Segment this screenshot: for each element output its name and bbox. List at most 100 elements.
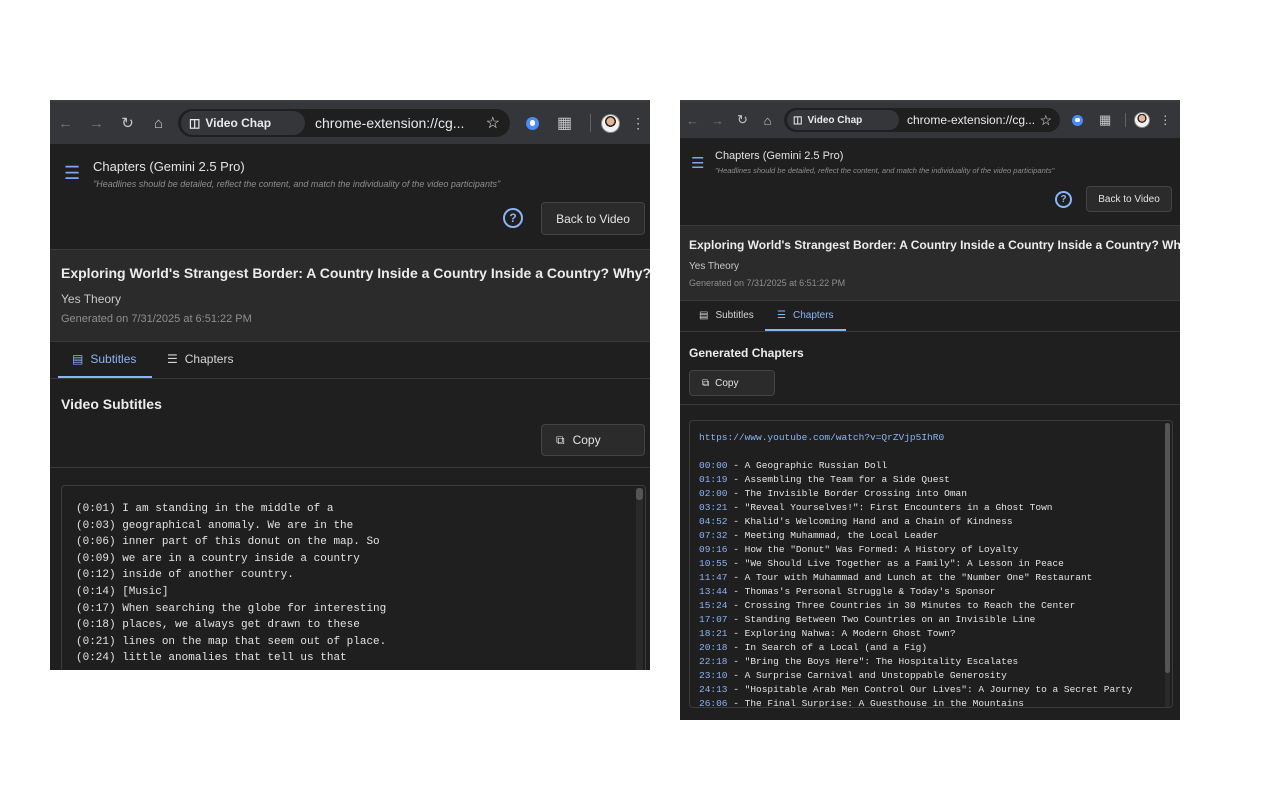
chapter-timestamp[interactable]: 00:00 <box>699 460 728 471</box>
chapter-timestamp[interactable]: 02:00 <box>699 488 728 499</box>
chapters-box[interactable]: https://www.youtube.com/watch?v=QrZVjp5I… <box>689 420 1173 708</box>
chapter-timestamp[interactable]: 24:13 <box>699 684 728 695</box>
star-icon[interactable]: ☆ <box>486 113 500 133</box>
site-chip[interactable]: ◫ Video Chap <box>787 110 899 130</box>
tab-subtitles-label: Subtitles <box>90 352 137 366</box>
address-bar[interactable]: ◫ Video Chap chrome-extension://cg... ☆ <box>178 109 510 137</box>
subtitle-line: (0:01) I am standing in the middle of a <box>76 503 334 515</box>
chapter-title: - In Search of a Local (and a Fig) <box>727 642 928 653</box>
site-chip[interactable]: ◫ Video Chap <box>181 111 305 135</box>
puzzle-icon[interactable]: ▦ <box>557 113 572 133</box>
arrow-right-icon[interactable]: → <box>81 109 112 137</box>
url-text[interactable]: chrome-extension://cg... <box>907 113 1039 127</box>
chapter-timestamp[interactable]: 07:32 <box>699 530 728 541</box>
generated-timestamp: Generated on 7/31/2025 at 6:51:22 PM <box>689 278 846 288</box>
chapter-timestamp[interactable]: 20:18 <box>699 642 728 653</box>
chapter-title: - A Geographic Russian Doll <box>727 460 888 471</box>
scrollbar-thumb[interactable] <box>1165 423 1170 673</box>
scrollbar-thumb[interactable] <box>636 488 643 500</box>
tabs-divider <box>680 331 1180 332</box>
subtitle-line: (0:18) places, we always get drawn to th… <box>76 619 360 632</box>
chapter-timestamp[interactable]: 04:52 <box>699 516 728 527</box>
extension-active-icon[interactable] <box>526 116 539 130</box>
avatar[interactable] <box>601 113 621 133</box>
content-divider <box>680 404 1180 405</box>
chapter-timestamp[interactable]: 11:47 <box>699 572 728 583</box>
tabs-divider <box>50 378 650 379</box>
back-to-video-button[interactable]: Back to Video <box>1086 186 1172 212</box>
avatar[interactable] <box>1134 112 1151 128</box>
chapter-title: - "Bring the Boys Here": The Hospitality… <box>727 656 1019 667</box>
arrow-left-icon[interactable]: ← <box>50 109 81 137</box>
chapter-row: 09:16 - How the "Donut" Was Formed: A Hi… <box>699 543 1172 557</box>
browser-toolbar: ← → ↻ ⌂ ◫ Video Chap chrome-extension://… <box>680 102 1180 138</box>
copy-button-label: Copy <box>715 377 739 389</box>
channel-name: Yes Theory <box>61 292 122 306</box>
chapter-title: - Crossing Three Countries in 30 Minutes… <box>727 600 1076 611</box>
tab-chapters-label: Chapters <box>792 309 834 321</box>
chapter-timestamp[interactable]: 03:21 <box>699 502 728 513</box>
chapter-title: - "We Should Live Together as a Family":… <box>727 558 1064 569</box>
kebab-menu-icon[interactable]: ⋮ <box>628 115 648 132</box>
subtitles-box[interactable]: (0:01) I am standing in the middle of a … <box>61 485 646 670</box>
reload-icon[interactable]: ↻ <box>730 106 755 134</box>
extension-active-icon[interactable] <box>1072 114 1083 126</box>
chapter-timestamp[interactable]: 13:44 <box>699 586 728 597</box>
subtitles-icon: ▤ <box>72 352 84 366</box>
copy-button[interactable]: ⧉ Copy <box>541 424 645 456</box>
kebab-menu-icon[interactable]: ⋮ <box>1156 113 1174 127</box>
chapter-timestamp[interactable]: 01:19 <box>699 474 728 485</box>
chapter-title: - Meeting Muhammad, the Local Leader <box>727 530 939 541</box>
chapters-window: ← → ↻ ⌂ ◫ Video Chap chrome-extension://… <box>680 100 1180 720</box>
tab-subtitles[interactable]: ▤ Subtitles <box>72 350 136 368</box>
page-title: Chapters (Gemini 2.5 Pro) <box>93 159 245 174</box>
extension-page-icon: ◫ <box>793 114 803 126</box>
home-icon[interactable]: ⌂ <box>755 106 780 134</box>
video-title: Exploring World's Strangest Border: A Co… <box>689 238 1180 252</box>
arrow-right-icon[interactable]: → <box>705 106 730 134</box>
help-icon[interactable]: ? <box>1055 191 1072 208</box>
chapter-title: - Standing Between Two Countries on an I… <box>727 614 1036 625</box>
tab-subtitles[interactable]: ▤ Subtitles <box>699 307 754 323</box>
video-info-panel: Exploring World's Strangest Border: A Co… <box>50 249 650 342</box>
chapter-timestamp[interactable]: 23:10 <box>699 670 728 681</box>
chapter-timestamp[interactable]: 17:07 <box>699 614 728 625</box>
chapter-timestamp[interactable]: 22:18 <box>699 656 728 667</box>
chapter-timestamp[interactable]: 26:06 <box>699 698 728 707</box>
tab-chapters[interactable]: ☰ Chapters <box>167 350 233 368</box>
channel-name: Yes Theory <box>689 261 740 272</box>
scrollbar-track[interactable] <box>1165 423 1170 707</box>
star-icon[interactable]: ☆ <box>1039 112 1052 129</box>
scrollbar-track[interactable] <box>636 488 643 670</box>
help-icon[interactable]: ? <box>503 208 523 228</box>
chapter-row: 20:18 - In Search of a Local (and a Fig) <box>699 641 1172 655</box>
section-title: Generated Chapters <box>689 346 804 360</box>
subtitle-line: (0:21) lines on the map that seem out of… <box>76 635 387 648</box>
reload-icon[interactable]: ↻ <box>112 109 143 137</box>
back-to-video-button[interactable]: Back to Video <box>541 202 645 235</box>
subtitle-line: (0:14) [Music] <box>76 585 169 598</box>
subtitle-line: (0:06) inner part of this donut on the m… <box>76 536 380 549</box>
chapter-timestamp[interactable]: 18:21 <box>699 628 728 639</box>
address-bar[interactable]: ◫ Video Chap chrome-extension://cg... ☆ <box>784 108 1060 132</box>
chapter-title: - A Surprise Carnival and Unstoppable Ge… <box>727 670 1007 681</box>
chapter-timestamp[interactable]: 09:16 <box>699 544 728 555</box>
home-icon[interactable]: ⌂ <box>143 109 174 137</box>
chapter-row: 24:13 - "Hospitable Arab Men Control Our… <box>699 683 1172 697</box>
subtitle-line: (0:03) geographical anomaly. We are in t… <box>76 519 354 532</box>
tab-chapters-label: Chapters <box>184 352 234 366</box>
chapter-title: - "Hospitable Arab Men Control Our Lives… <box>727 684 1133 695</box>
site-chip-label: Video Chap <box>807 114 863 126</box>
arrow-left-icon[interactable]: ← <box>680 106 705 134</box>
url-text[interactable]: chrome-extension://cg... <box>315 115 486 131</box>
generated-timestamp: Generated on 7/31/2025 at 6:51:22 PM <box>61 313 252 325</box>
copy-icon: ⧉ <box>556 432 565 447</box>
copy-button[interactable]: ⧉ Copy <box>689 370 775 396</box>
chapter-timestamp[interactable]: 15:24 <box>699 600 728 611</box>
subtitles-icon: ▤ <box>699 309 709 321</box>
subtitle-line: (0:12) inside of another country. <box>76 569 294 582</box>
tab-chapters[interactable]: ☰ Chapters <box>777 307 834 323</box>
puzzle-icon[interactable]: ▦ <box>1099 112 1111 128</box>
video-link[interactable]: https://www.youtube.com/watch?v=QrZVjp5I… <box>699 431 1172 445</box>
chapter-timestamp[interactable]: 10:55 <box>699 558 728 569</box>
